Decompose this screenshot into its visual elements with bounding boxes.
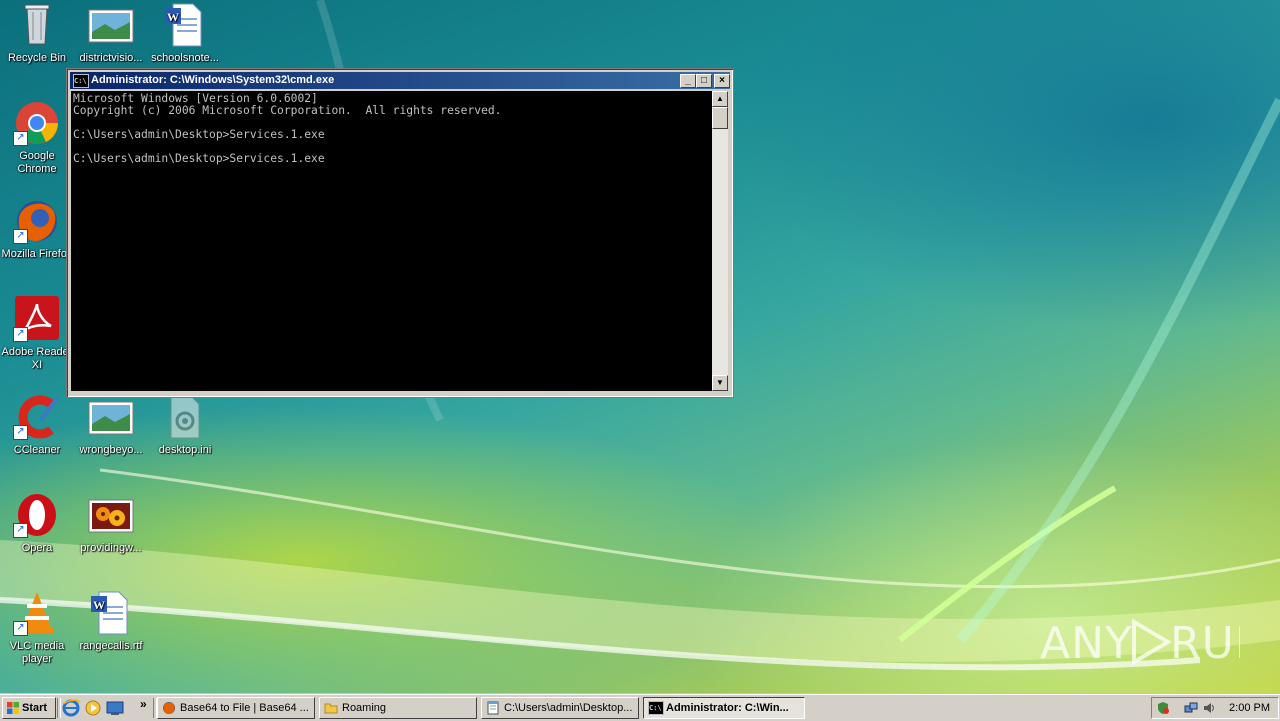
cmd-window[interactable]: C:\ Administrator: C:\Windows\System32\c… [66,68,734,398]
desktop: Recycle Bin districtvisio... W schoolsno… [0,0,1280,693]
quicklaunch-more[interactable]: » [140,697,152,715]
icon-label: Adobe Reader XI [1,346,73,371]
task-label: Roaming [342,702,387,714]
anyrun-logo-icon: ANY RUN [1040,618,1268,669]
network-icon[interactable] [1184,701,1198,715]
cmd-icon: C:\ [73,74,89,88]
desktop-icon-opera[interactable]: ↗ Opera [0,492,74,555]
image-file-icon [87,492,135,538]
scroll-down-icon[interactable]: ▼ [712,375,728,391]
shortcut-arrow-icon: ↗ [13,523,28,538]
icon-label: rangecalls.rtf [79,640,143,652]
show-desktop-icon[interactable] [106,699,124,717]
desktop-icon-desktop-ini[interactable]: desktop.ini [148,394,222,457]
scroll-thumb[interactable] [712,107,728,129]
anyrun-watermark: ANY RUN [1040,612,1268,672]
icon-label: wrongbeyo... [79,444,143,456]
icon-label: schoolsnote... [151,52,219,64]
chrome-icon: ↗ [13,100,61,146]
recycle-bin-icon [13,2,61,48]
svg-text:RUN: RUN [1170,618,1240,669]
cmd-icon: C:\ [648,701,664,715]
icon-label: providingw... [80,542,142,554]
taskbar-button-roaming[interactable]: Roaming [319,697,477,719]
svg-text:ANY: ANY [1040,618,1133,669]
firefox-icon: ↗ [13,198,61,244]
shortcut-arrow-icon: ↗ [13,131,28,146]
icon-label: districtvisio... [79,52,143,64]
cmd-title: Administrator: C:\Windows\System32\cmd.e… [91,74,335,86]
icon-label: VLC media player [9,640,65,665]
svg-text:W: W [167,10,179,24]
icon-label: Opera [21,542,53,554]
taskbar-button-cmd[interactable]: C:\ Administrator: C:\Win... [643,697,805,719]
desktop-icon-providingw[interactable]: providingw... [74,492,148,555]
desktop-icon-rangecalls[interactable]: W rangecalls.rtf [74,590,148,653]
icon-label: Mozilla Firefox [1,248,73,260]
media-player-icon[interactable] [84,699,102,717]
taskbar: Start » Base64 to File | Base64 ... Roam… [0,694,1280,721]
word-document-icon: W [161,2,209,48]
vlc-icon: ↗ [13,590,61,636]
ccleaner-icon: ↗ [13,394,61,440]
taskbar-separator [57,698,61,718]
image-file-icon [87,2,135,48]
adobe-reader-icon: ↗ [13,296,61,342]
settings-file-icon [161,394,209,440]
desktop-icon-recycle-bin[interactable]: Recycle Bin [0,2,74,65]
shortcut-arrow-icon: ↗ [13,327,28,342]
desktop-icon-vlc[interactable]: ↗ VLC media player [0,590,74,666]
svg-text:W: W [93,598,105,612]
security-shield-icon[interactable] [1156,701,1170,715]
shortcut-arrow-icon: ↗ [13,425,28,440]
scroll-up-icon[interactable]: ▲ [712,91,728,107]
taskbar-button-firefox[interactable]: Base64 to File | Base64 ... [157,697,315,719]
console-line: C:\Users\admin\Desktop>Services.1.exe [73,128,325,141]
shortcut-arrow-icon: ↗ [13,621,28,636]
cmd-title-bar[interactable]: C:\ Administrator: C:\Windows\System32\c… [70,72,730,89]
icon-label: Google Chrome [17,150,57,175]
vertical-scrollbar[interactable]: ▲ ▼ [712,91,728,391]
task-label: Base64 to File | Base64 ... [180,702,309,714]
system-tray: 2:00 PM [1151,697,1279,719]
notepad-icon [487,701,499,715]
windows-flag-icon [7,702,19,714]
desktop-icon-adobe-reader[interactable]: ↗ Adobe Reader XI [0,296,74,372]
desktop-icon-mozilla-firefox[interactable]: ↗ Mozilla Firefox [0,198,74,261]
clock[interactable]: 2:00 PM [1229,698,1270,718]
console-line: Copyright (c) 2006 Microsoft Corporation… [73,104,502,117]
desktop-icon-schoolsnote[interactable]: W schoolsnote... [148,2,222,65]
icon-label: Recycle Bin [7,52,67,64]
desktop-icon-ccleaner[interactable]: ↗ CCleaner [0,394,74,457]
minimize-button[interactable]: _ [680,74,696,88]
word-document-icon: W [87,590,135,636]
task-label: C:\Users\admin\Desktop... [504,702,633,714]
image-file-icon [87,394,135,440]
start-button[interactable]: Start [2,697,56,719]
taskbar-button-notepad[interactable]: C:\Users\admin\Desktop... [481,697,639,719]
volume-icon[interactable] [1202,701,1216,715]
start-label: Start [22,702,48,714]
icon-label: desktop.ini [158,444,212,456]
console-line: C:\Users\admin\Desktop>Services.1.exe [73,152,325,165]
desktop-icon-districtvision[interactable]: districtvisio... [74,2,148,65]
firefox-icon [163,702,175,714]
task-label: Administrator: C:\Win... [666,702,789,714]
console-output[interactable]: Microsoft Windows [Version 6.0.6002] Cop… [71,91,712,391]
maximize-button[interactable]: □ [696,74,712,88]
desktop-icon-google-chrome[interactable]: ↗ Google Chrome [0,100,74,176]
desktop-icon-wrongbeyo[interactable]: wrongbeyo... [74,394,148,457]
opera-icon: ↗ [13,492,61,538]
close-button[interactable]: × [714,74,730,88]
shortcut-arrow-icon: ↗ [13,229,28,244]
folder-icon [324,703,338,714]
icon-label: CCleaner [13,444,61,456]
ie-icon[interactable] [62,699,80,717]
